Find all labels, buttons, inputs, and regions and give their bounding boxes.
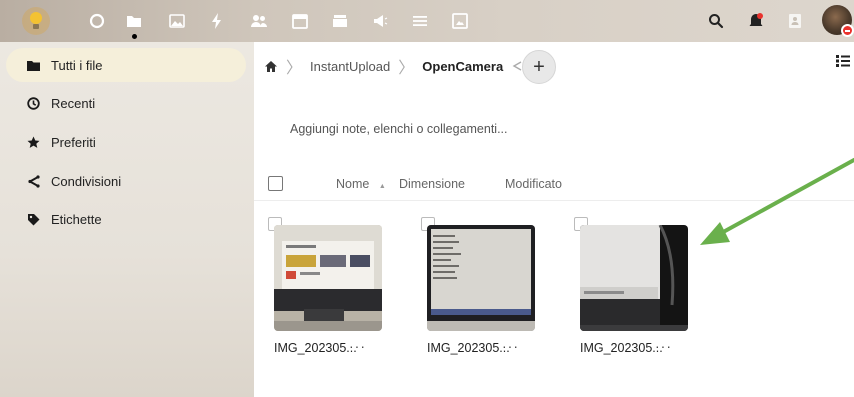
sort-ascending-icon: ▲ [378,182,386,190]
sidebar-item-recent[interactable]: Recenti [6,86,246,120]
star-icon [26,135,40,149]
chevron-right-icon: 〉 [286,60,303,77]
cards-icon[interactable] [327,8,353,34]
contacts-menu-icon[interactable] [783,9,807,33]
sidebar-item-favorites[interactable]: Preferiti [6,125,246,159]
grid-view-toggle-icon[interactable] [836,54,852,70]
file-grid-item[interactable]: IMG_202305... ··· [407,217,537,362]
file-name[interactable]: IMG_202305... [427,341,510,355]
sidebar-item-label: Preferiti [51,134,96,150]
sidebar-item-label: Tutti i file [51,57,103,73]
file-grid-item[interactable]: IMG_202305... ··· [254,217,384,362]
picture-frame-icon[interactable] [447,8,473,34]
sidebar-item-label: Etichette [51,211,102,227]
column-modified[interactable]: Modificato [505,177,562,191]
notification-bell-icon[interactable] [744,9,768,33]
search-icon[interactable] [704,9,728,33]
sidebar-item-all-files[interactable]: Tutti i file [6,48,246,82]
clock-icon [26,96,40,110]
people-icon[interactable] [246,8,272,34]
file-grid-item[interactable]: IMG_202305... ··· [560,217,690,362]
lightbulb-logo-icon[interactable] [18,3,54,39]
image-thumbnail[interactable] [427,225,535,331]
sidebar-item-label: Condivisioni [51,173,122,189]
folder-icon [26,58,40,72]
home-icon[interactable] [264,60,278,73]
share-icon [26,174,40,188]
sidebar-item-label: Recenti [51,95,96,111]
image-thumbnail[interactable] [274,225,382,331]
calendar-icon[interactable] [287,8,313,34]
add-new-button[interactable]: + [522,50,556,84]
folder-notes-placeholder[interactable]: Aggiungi note, elenchi o collegamenti... [290,122,508,136]
top-header [0,0,854,42]
column-size[interactable]: Dimensione [399,177,465,191]
breadcrumb: 〉 InstantUpload 〉 OpenCamera 〉 [264,52,555,80]
lightning-icon[interactable] [204,8,230,34]
dashboard-circle-icon[interactable] [84,8,110,34]
active-app-indicator [132,34,137,39]
chevron-right-icon: 〉 [398,60,415,77]
sidebar-item-shares[interactable]: Condivisioni [6,164,246,198]
file-name[interactable]: IMG_202305... [274,341,357,355]
list-icon[interactable] [407,8,433,34]
breadcrumb-instantupload[interactable]: InstantUpload [310,59,390,74]
more-actions-icon[interactable]: ··· [655,338,672,354]
column-name[interactable]: Nome ▲ [336,177,386,191]
file-name[interactable]: IMG_202305... [580,341,663,355]
status-dnd-icon [841,24,854,37]
more-actions-icon[interactable]: ··· [349,338,366,354]
file-list-area: 〉 InstantUpload 〉 OpenCamera 〉 + Aggiung… [254,42,854,397]
folder-icon[interactable] [121,8,147,34]
image-icon[interactable] [164,8,190,34]
file-list-header: Nome ▲ Dimensione Modificato [254,167,854,201]
user-avatar[interactable] [822,5,854,37]
megaphone-icon[interactable] [367,8,393,34]
select-all-checkbox[interactable] [268,176,283,191]
tag-icon [26,212,40,226]
more-actions-icon[interactable]: ··· [502,338,519,354]
image-thumbnail[interactable] [580,225,688,331]
breadcrumb-opencamera[interactable]: OpenCamera [422,59,503,74]
sidebar-item-tags[interactable]: Etichette [6,202,246,236]
files-sidebar: Tutti i file Recenti Preferiti Condivisi… [0,42,254,397]
